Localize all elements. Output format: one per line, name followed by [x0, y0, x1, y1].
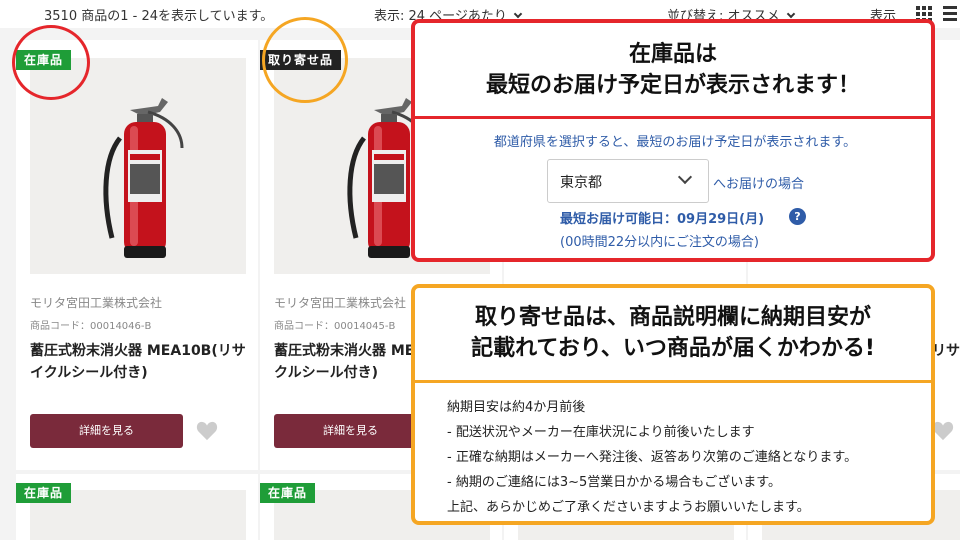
order-panel-divider	[415, 380, 931, 383]
prefecture-value: 東京都	[560, 175, 602, 191]
stock-panel-title: 在庫品は 最短のお届け予定日が表示されます！	[415, 39, 931, 101]
earliest-delivery-date: 最短お届け可能日：09月29日(月)	[560, 212, 765, 227]
order-cutoff: (00時間22分以内にご注文の場合)	[560, 235, 759, 250]
stock-badge: 在庫品	[16, 483, 72, 503]
help-icon[interactable]: ?	[789, 208, 806, 225]
prefecture-instruction: 都道府県を選択すると、最短のお届け予定日が表示されます。	[493, 135, 857, 150]
product-code: 商品コード：00014046-B	[30, 321, 152, 332]
note-line: 上記、あらかじめご了承くださいますようお願いいたします。	[447, 500, 810, 515]
prefecture-select[interactable]: 東京都	[547, 159, 709, 203]
product-name[interactable]: 蓄圧式粉末消火器 MEA10B(リサイクルシール付き)	[30, 340, 256, 386]
order-title-line1: 取り寄せ品は、商品説明欄に納期目安が	[474, 305, 871, 330]
stock-info-panel: 在庫品は 最短のお届け予定日が表示されます！ 都道府県を選択すると、最短のお届け…	[411, 19, 935, 262]
product-code: 商品コード：00014045-B	[274, 321, 396, 332]
stock-badge-highlight	[12, 25, 90, 100]
product-card[interactable]: 在庫品 モリタ宮田工業株式会社 商品コード：00014046-B 蓄圧式粉末消火…	[16, 40, 258, 470]
note-line: - 正確な納期はメーカーへ発注後、返答あり次第のご連絡となります。	[447, 450, 858, 465]
result-count: 3510 商品の1 - 24を表示しています。	[44, 9, 274, 24]
lead-time-notes: 納期目安は約4か月前後 - 配送状況やメーカー在庫状況により前後いたします - …	[447, 395, 857, 520]
order-title-line2: 記載れており、いつ商品が届くかわかる!	[471, 336, 875, 361]
product-name-partial: リサ	[932, 343, 960, 359]
chevron-down-icon	[677, 169, 693, 185]
order-info-panel: 取り寄せ品は、商品説明欄に納期目安が 記載れており、いつ商品が届くかわかる! 納…	[411, 284, 935, 525]
chevron-down-icon	[786, 9, 795, 19]
note-line: - 配送状況やメーカー在庫状況により前後いたします	[447, 425, 755, 440]
detail-button[interactable]: 詳細を見る	[274, 414, 427, 448]
stock-badge: 在庫品	[260, 483, 316, 503]
detail-button[interactable]: 詳細を見る	[30, 414, 183, 448]
favorite-heart-icon[interactable]	[196, 421, 218, 441]
note-line: - 納期のご連絡には3~5営業日かかる場合もございます。	[447, 475, 781, 490]
delivery-suffix: へお届けの場合	[713, 177, 805, 192]
maker-name: モリタ宮田工業株式会社	[30, 296, 163, 310]
stock-title-line2: 最短のお届け予定日が表示されます！	[485, 73, 860, 98]
stock-title-line1: 在庫品は	[628, 42, 717, 67]
maker-name: モリタ宮田工業株式会社	[274, 296, 407, 310]
fire-extinguisher-image	[103, 98, 184, 258]
stock-panel-divider	[415, 116, 931, 119]
list-view-icon[interactable]	[943, 6, 957, 22]
order-panel-title: 取り寄せ品は、商品説明欄に納期目安が 記載れており、いつ商品が届くかわかる!	[415, 302, 931, 364]
order-badge-highlight	[262, 17, 348, 103]
chevron-down-icon	[513, 9, 523, 19]
favorite-heart-icon[interactable]	[932, 421, 954, 441]
product-card[interactable]: 在庫品	[16, 474, 258, 540]
note-line: 納期目安は約4か月前後	[447, 400, 586, 415]
